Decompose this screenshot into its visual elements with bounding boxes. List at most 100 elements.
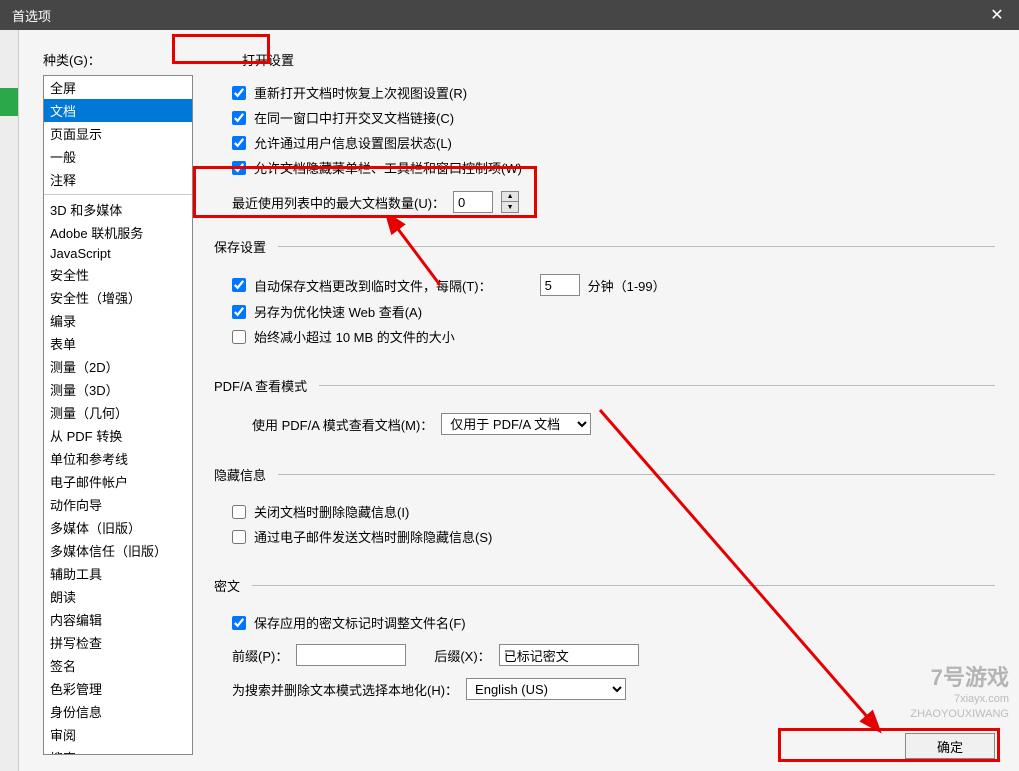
group-title-hidden: 隐藏信息	[208, 465, 272, 484]
category-item[interactable]: 文档	[44, 99, 192, 122]
checkbox-row: 允许通过用户信息设置图层状态(L)	[232, 133, 995, 152]
category-item[interactable]: 电子邮件帐户	[44, 470, 192, 493]
checkbox-row: 通过电子邮件发送文档时删除隐藏信息(S)	[232, 527, 995, 546]
category-item[interactable]: 搜索	[44, 746, 192, 755]
reduce10mb-label: 始终减小超过 10 MB 的文件的大小	[254, 327, 455, 346]
titlebar: 首选项 ✕	[0, 0, 1019, 30]
autosave-checkbox[interactable]	[232, 278, 246, 292]
hidden-info-group: 隐藏信息 关闭文档时删除隐藏信息(I) 通过电子邮件发送文档时删除隐藏信息(S)	[214, 465, 995, 552]
checkbox-row: 关闭文档时删除隐藏信息(I)	[232, 502, 995, 521]
category-item[interactable]: 多媒体（旧版）	[44, 516, 192, 539]
pdfa-mode-label: 使用 PDF/A 模式查看文档(M)：	[252, 415, 433, 434]
category-item[interactable]: Adobe 联机服务	[44, 221, 192, 244]
category-column: 种类(G)： 全屏文档页面显示一般注释 3D 和多媒体Adobe 联机服务Java…	[43, 50, 193, 755]
autosave-row: 自动保存文档更改到临时文件，每隔(T)： 分钟（1-99）	[232, 274, 995, 296]
pdfa-mode-row: 使用 PDF/A 模式查看文档(M)： 仅用于 PDF/A 文档	[232, 413, 995, 435]
category-item[interactable]: 表单	[44, 332, 192, 355]
autosave-label-pre: 自动保存文档更改到临时文件，每隔(T)：	[254, 276, 492, 295]
checkbox-row: 始终减小超过 10 MB 的文件的大小	[232, 327, 995, 346]
checkbox-row: 保存应用的密文标记时调整文件名(F)	[232, 613, 995, 632]
close-icon[interactable]: ✕	[987, 5, 1007, 25]
save-settings-group: 保存设置 自动保存文档更改到临时文件，每隔(T)： 分钟（1-99） 另存为优化…	[214, 237, 995, 352]
crosslinks-label: 在同一窗口中打开交叉文档链接(C)	[254, 108, 454, 127]
category-item[interactable]: 页面显示	[44, 122, 192, 145]
category-item[interactable]: 身份信息	[44, 700, 192, 723]
hidemenu-label: 允许文档隐藏菜单栏、工具栏和窗口控制项(W)	[254, 158, 522, 177]
watermark: 7号游戏 7xiayx.com ZHAOYOUXIWANG	[910, 664, 1009, 721]
hidden-onclose-checkbox[interactable]	[232, 505, 246, 519]
category-item[interactable]: 安全性（增强）	[44, 286, 192, 309]
ok-button[interactable]: 确定	[905, 733, 995, 759]
category-item[interactable]: 内容编辑	[44, 608, 192, 631]
checkbox-row: 允许文档隐藏菜单栏、工具栏和窗口控制项(W)	[232, 158, 995, 177]
redact-suffix-label: 后缀(X)：	[434, 646, 490, 665]
group-title-open: 打开设置	[242, 50, 995, 69]
category-item[interactable]: 多媒体信任（旧版）	[44, 539, 192, 562]
webfast-checkbox[interactable]	[232, 305, 246, 319]
category-item[interactable]: 一般	[44, 145, 192, 168]
category-item[interactable]: 朗读	[44, 585, 192, 608]
autosave-minutes-input[interactable]	[540, 274, 580, 296]
hidden-onemail-label: 通过电子邮件发送文档时删除隐藏信息(S)	[254, 527, 492, 546]
reduce10mb-checkbox[interactable]	[232, 330, 246, 344]
category-item[interactable]: 全屏	[44, 76, 192, 99]
spinner-down-icon[interactable]: ▼	[502, 202, 518, 212]
redact-suffix-input[interactable]	[499, 644, 639, 666]
hidden-onclose-label: 关闭文档时删除隐藏信息(I)	[254, 502, 409, 521]
redact-locale-row: 为搜索并删除文本模式选择本地化(H)： English (US)	[232, 678, 995, 700]
redact-prefix-label: 前缀(P)：	[232, 646, 288, 665]
recent-count-spinner[interactable]: ▲ ▼	[501, 191, 519, 213]
category-item[interactable]: 3D 和多媒体	[44, 198, 192, 221]
group-title-redact: 密文	[208, 576, 246, 595]
pdfa-group: PDF/A 查看模式 使用 PDF/A 模式查看文档(M)： 仅用于 PDF/A…	[214, 376, 995, 441]
group-title-pdfa: PDF/A 查看模式	[208, 376, 313, 395]
spinner-up-icon[interactable]: ▲	[502, 192, 518, 202]
layerstate-label: 允许通过用户信息设置图层状态(L)	[254, 133, 452, 152]
pdfa-mode-select[interactable]: 仅用于 PDF/A 文档	[441, 413, 591, 435]
recent-count-input[interactable]	[453, 191, 493, 213]
category-item[interactable]: 审阅	[44, 723, 192, 746]
dialog-title: 首选项	[12, 6, 51, 25]
category-item[interactable]: 动作向导	[44, 493, 192, 516]
recent-count-row: 最近使用列表中的最大文档数量(U)： ▲ ▼	[232, 191, 995, 213]
redact-affix-row: 前缀(P)： 后缀(X)：	[232, 644, 995, 666]
category-item[interactable]: 编录	[44, 309, 192, 332]
redact-locale-label: 为搜索并删除文本模式选择本地化(H)：	[232, 680, 458, 699]
redact-adjustname-checkbox[interactable]	[232, 616, 246, 630]
category-item[interactable]: 单位和参考线	[44, 447, 192, 470]
autosave-label-post: 分钟（1-99）	[588, 276, 666, 295]
category-item[interactable]: 辅助工具	[44, 562, 192, 585]
redaction-group: 密文 保存应用的密文标记时调整文件名(F) 前缀(P)： 后缀(X)： 为搜索并…	[214, 576, 995, 706]
checkbox-row: 另存为优化快速 Web 查看(A)	[232, 302, 995, 321]
category-item[interactable]: 签名	[44, 654, 192, 677]
recent-count-label: 最近使用列表中的最大文档数量(U)：	[232, 193, 445, 212]
webfast-label: 另存为优化快速 Web 查看(A)	[254, 302, 422, 321]
dialog-body: 种类(G)： 全屏文档页面显示一般注释 3D 和多媒体Adobe 联机服务Java…	[18, 30, 1019, 771]
category-label: 种类(G)：	[43, 50, 193, 69]
category-list[interactable]: 全屏文档页面显示一般注释3D 和多媒体Adobe 联机服务JavaScript安…	[43, 75, 193, 755]
group-title-save: 保存设置	[208, 237, 272, 256]
category-item[interactable]: 测量（3D）	[44, 378, 192, 401]
category-item[interactable]: 测量（几何）	[44, 401, 192, 424]
redact-adjustname-label: 保存应用的密文标记时调整文件名(F)	[254, 613, 466, 632]
redact-prefix-input[interactable]	[296, 644, 406, 666]
open-settings-group: 打开设置 重新打开文档时恢复上次视图设置(R) 在同一窗口中打开交叉文档链接(C…	[214, 50, 995, 213]
category-item[interactable]: 拼写检查	[44, 631, 192, 654]
category-item[interactable]: 注释	[44, 168, 192, 191]
checkbox-row: 重新打开文档时恢复上次视图设置(R)	[232, 83, 995, 102]
checkbox-row: 在同一窗口中打开交叉文档链接(C)	[232, 108, 995, 127]
category-item[interactable]: 测量（2D）	[44, 355, 192, 378]
settings-panel: 打开设置 重新打开文档时恢复上次视图设置(R) 在同一窗口中打开交叉文档链接(C…	[214, 50, 995, 706]
left-accent	[0, 88, 18, 116]
redact-locale-select[interactable]: English (US)	[466, 678, 626, 700]
hidemenu-checkbox[interactable]	[232, 161, 246, 175]
category-item[interactable]: 安全性	[44, 263, 192, 286]
crosslinks-checkbox[interactable]	[232, 111, 246, 125]
category-item[interactable]: 从 PDF 转换	[44, 424, 192, 447]
hidden-onemail-checkbox[interactable]	[232, 530, 246, 544]
layerstate-checkbox[interactable]	[232, 136, 246, 150]
category-item[interactable]: JavaScript	[44, 244, 192, 263]
category-item[interactable]: 色彩管理	[44, 677, 192, 700]
restore-view-label: 重新打开文档时恢复上次视图设置(R)	[254, 83, 467, 102]
restore-view-checkbox[interactable]	[232, 86, 246, 100]
